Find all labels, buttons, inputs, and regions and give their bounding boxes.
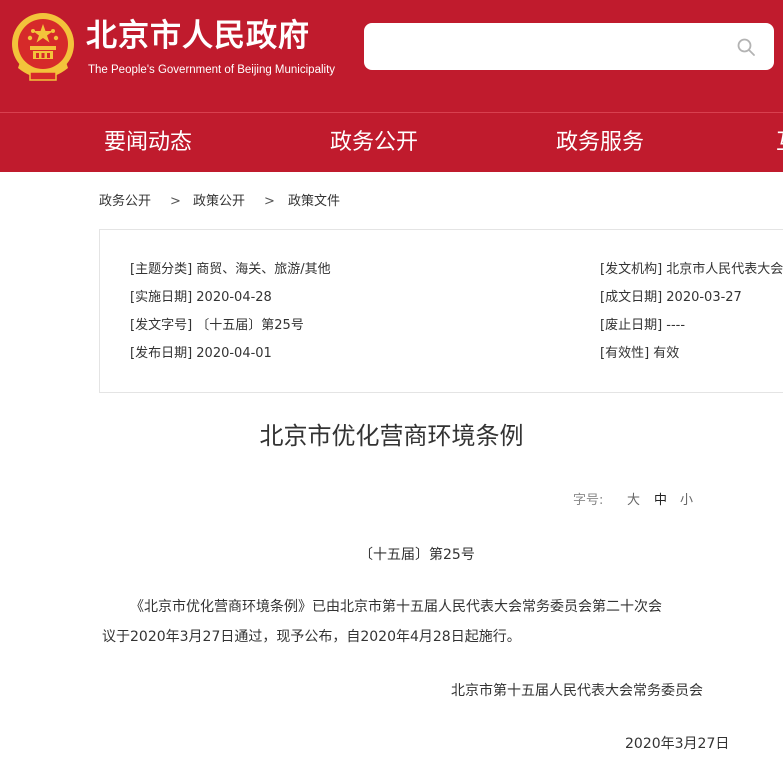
document-number: 〔十五届〕第25号 [359, 547, 475, 563]
document-date: 2020年3月27日 [625, 736, 730, 752]
main-nav: 要闻动态 政务公开 政务服务 互 [0, 112, 783, 172]
document-paragraph-line: 《北京市优化营商环境条例》已由北京市第十五届人民代表大会常务委员会第二十次会 [130, 599, 662, 615]
breadcrumb-separator: > [264, 194, 275, 209]
search-input[interactable] [374, 31, 718, 63]
info-issuer: [发文机构] 北京市人民代表大会常务委员会 [600, 262, 783, 277]
font-size-medium-button[interactable]: 中 [654, 492, 667, 510]
site-subtitle: The People's Government of Beijing Munic… [88, 64, 336, 76]
search-box[interactable] [364, 23, 774, 70]
breadcrumb-item-policy-documents[interactable]: 政策文件 [288, 193, 340, 211]
info-repeal-date: [废止日期] ---- [600, 318, 686, 333]
breadcrumb-separator: > [170, 194, 181, 209]
document-signature: 北京市第十五届人民代表大会常务委员会 [451, 683, 703, 699]
font-size-small-button[interactable]: 小 [680, 492, 693, 510]
national-emblem-icon[interactable] [8, 10, 78, 84]
site-title[interactable]: 北京市人民政府 [86, 16, 310, 56]
info-doc-number: [发文字号] 〔十五届〕第25号 [130, 318, 304, 333]
search-icon[interactable] [736, 37, 756, 57]
info-validity: [有效性] 有效 [600, 346, 680, 361]
breadcrumb-item-policy-disclosure[interactable]: 政策公开 [193, 193, 245, 211]
nav-item-gov-services[interactable]: 政务服务 [556, 129, 644, 157]
font-size-label: 字号: [573, 493, 604, 508]
info-publish-date: [发布日期] 2020-04-01 [130, 346, 272, 361]
info-written-date: [成文日期] 2020-03-27 [600, 290, 742, 305]
nav-item-news[interactable]: 要闻动态 [104, 129, 192, 157]
font-size-large-button[interactable]: 大 [627, 492, 640, 510]
document-title: 北京市优化营商环境条例 [259, 422, 524, 450]
site-header: 北京市人民政府 The People's Government of Beiji… [0, 0, 783, 112]
breadcrumb-item-gov-affairs[interactable]: 政务公开 [99, 193, 151, 211]
nav-item-gov-affairs[interactable]: 政务公开 [330, 129, 418, 157]
info-topic: [主题分类] 商贸、海关、旅游/其他 [130, 262, 331, 277]
document-paragraph-line: 议于2020年3月27日通过，现予公布，自2020年4月28日起施行。 [102, 629, 521, 645]
nav-item-interaction[interactable]: 互 [776, 129, 783, 157]
document-info-panel: [主题分类] 商贸、海关、旅游/其他 [实施日期] 2020-04-28 [发文… [99, 229, 783, 393]
info-effective-date: [实施日期] 2020-04-28 [130, 290, 272, 305]
